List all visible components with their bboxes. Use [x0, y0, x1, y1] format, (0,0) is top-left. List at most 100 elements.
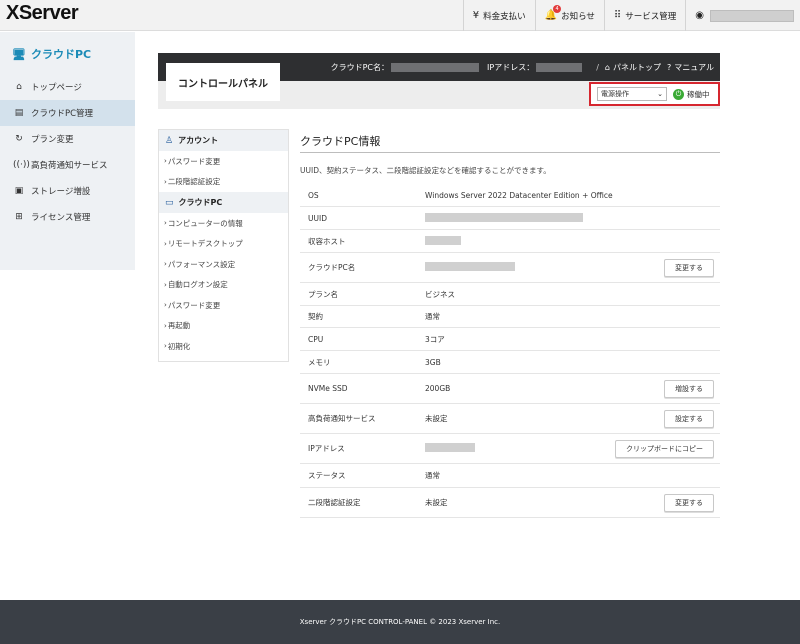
submenu-item-2fa[interactable]: › 二段階認証設定 — [159, 172, 288, 193]
change-pc-name-button[interactable]: 変更する — [664, 258, 714, 277]
news-label: お知らせ — [561, 11, 595, 22]
table-row-ip: IPアドレス クリップボードにコピー — [300, 434, 720, 464]
ip-value-redacted — [425, 443, 475, 452]
submenu-item-autologon[interactable]: › 自動ログオン設定 — [159, 275, 288, 296]
pc-name-label: クラウドPC名： — [330, 62, 390, 72]
chevron-right-icon: › — [164, 239, 167, 248]
chevron-right-icon: › — [164, 301, 167, 310]
chevron-down-icon: ⌄ — [657, 90, 663, 98]
power-control-box: 電源操作 ⌄ ⏻ 稼働中 — [589, 82, 720, 106]
sidebar: 🖥 クラウドPC ⌂ トップページ ▤ クラウドPC管理 ↻ プラン変更 ((·… — [0, 32, 135, 270]
sidebar-item-top[interactable]: ⌂ トップページ — [0, 74, 135, 100]
user-menu[interactable]: ◉ — [685, 0, 800, 31]
sidebar-title[interactable]: 🖥 クラウドPC — [12, 46, 91, 62]
copy-ip-button[interactable]: クリップボードにコピー — [615, 439, 714, 458]
news-badge: 4 — [553, 5, 562, 13]
submenu-item-computer-info[interactable]: › コンピューターの情報 — [159, 213, 288, 234]
chevron-right-icon: › — [164, 321, 167, 330]
windows-icon: ⊞ — [15, 212, 23, 222]
cloud-pc-card-icon: ▭ — [165, 197, 174, 208]
home-outline-icon: ⌂ — [604, 62, 610, 72]
table-row-host: 収容ホスト — [300, 230, 720, 253]
cloud-pc-icon: 🖥 — [12, 47, 26, 61]
server-icon: ▤ — [14, 108, 24, 118]
home-icon: ⌂ — [16, 82, 22, 92]
table-row-contract: 契約 通常 — [300, 306, 720, 328]
control-panel-tab[interactable]: コントロールパネル — [166, 63, 280, 101]
submenu-head-cloudpc: ▭ クラウドPC — [159, 192, 288, 213]
submenu-item-password[interactable]: › パスワード変更 — [159, 151, 288, 172]
separator: / — [596, 62, 599, 72]
grid-icon: ⠿ — [613, 10, 622, 21]
set-load-alert-button[interactable]: 設定する — [664, 409, 714, 428]
xserver-logo[interactable]: XServer — [6, 2, 79, 29]
table-row-pc-name: クラウドPC名 変更する — [300, 253, 720, 283]
chevron-right-icon: › — [164, 157, 167, 166]
panel-top-link[interactable]: パネルトップ — [613, 62, 661, 73]
billing-label: 料金支払い — [483, 11, 526, 22]
table-row-2fa: 二段階認証設定 未設定 変更する — [300, 488, 720, 518]
bell-icon: 🔔 4 — [545, 5, 562, 21]
sidebar-list: ⌂ トップページ ▤ クラウドPC管理 ↻ プラン変更 ((·)) 高負荷通知サ… — [0, 74, 135, 230]
chevron-right-icon: › — [164, 219, 167, 228]
table-row-cpu: CPU 3コア — [300, 328, 720, 351]
submenu-item-initialize[interactable]: › 初期化 — [159, 336, 288, 357]
pc-name-value-redacted — [425, 262, 515, 271]
ip-label: IPアドレス： — [487, 62, 535, 72]
table-row-ssd: NVMe SSD 200GB 増設する — [300, 374, 720, 404]
main-content: クラウドPC情報 UUID、契約ステータス、二段階認証設定などを確認することがで… — [300, 128, 720, 518]
sidebar-item-license[interactable]: ⊞ ライセンス管理 — [0, 204, 135, 230]
billing-link[interactable]: ¥ 料金支払い — [462, 0, 535, 31]
footer: Xserver クラウドPC CONTROL-PANEL © 2023 Xser… — [0, 600, 800, 644]
services-label: サービス管理 — [625, 11, 677, 22]
table-row-memory: メモリ 3GB — [300, 351, 720, 374]
control-panel-meta: クラウドPC名： IPアドレス： / ⌂ パネルトップ ? マニュアル — [331, 53, 714, 81]
add-storage-button[interactable]: 増設する — [664, 379, 714, 398]
sidebar-item-cloudpc-manage[interactable]: ▤ クラウドPC管理 — [0, 100, 135, 126]
submenu-item-reboot[interactable]: › 再起動 — [159, 316, 288, 337]
yen-icon: ¥ — [472, 10, 480, 21]
services-link[interactable]: ⠿ サービス管理 — [603, 0, 685, 31]
sidebar-item-storage[interactable]: ▣ ストレージ増設 — [0, 178, 135, 204]
help-icon: ? — [666, 62, 672, 72]
page-description: UUID、契約ステータス、二段階認証設定などを確認することができます。 — [300, 166, 551, 175]
top-nav: ¥ 料金支払い 🔔 4 お知らせ ⠿ サービス管理 ◉ — [462, 0, 800, 31]
copyright-text: Xserver クラウドPC CONTROL-PANEL © 2023 Xser… — [299, 618, 501, 626]
table-row-uuid: UUID — [300, 207, 720, 230]
chevron-right-icon: › — [164, 260, 167, 269]
pc-name-redacted — [391, 62, 480, 72]
power-icon: ⏻ — [673, 88, 684, 100]
submenu-item-pc-password[interactable]: › パスワード変更 — [159, 295, 288, 316]
submenu-item-remote-desktop[interactable]: › リモートデスクトップ — [159, 234, 288, 255]
submenu: ♙ アカウント › パスワード変更 › 二段階認証設定 ▭ クラウドPC › コンピュ… — [158, 129, 289, 362]
uuid-redacted — [425, 212, 583, 222]
storage-icon: ▣ — [14, 186, 24, 196]
sidebar-item-load-alert[interactable]: ((·)) 高負荷通知サービス — [0, 152, 135, 178]
table-row-os: OS Windows Server 2022 Datacenter Editio… — [300, 184, 720, 207]
host-redacted — [425, 235, 461, 245]
power-status: ⏻ 稼働中 — [673, 88, 710, 100]
table-row-status: ステータス 通常 — [300, 464, 720, 488]
user-icon: ◉ — [695, 10, 704, 21]
refresh-icon: ↻ — [15, 134, 23, 144]
top-bar: XServer ¥ 料金支払い 🔔 4 お知らせ ⠿ サービス管理 ◉ — [0, 0, 800, 31]
submenu-item-performance[interactable]: › パフォーマンス設定 — [159, 254, 288, 275]
user-name-redacted — [710, 9, 794, 22]
table-row-plan: プラン名 ビジネス — [300, 283, 720, 306]
chevron-right-icon: › — [164, 280, 167, 289]
ip-redacted — [536, 62, 583, 72]
chevron-right-icon: › — [164, 177, 167, 186]
change-2fa-button[interactable]: 変更する — [664, 493, 714, 512]
news-link[interactable]: 🔔 4 お知らせ — [534, 0, 604, 31]
control-panel-header: クラウドPC名： IPアドレス： / ⌂ パネルトップ ? マニュアル コントロ… — [158, 53, 720, 109]
power-operation-select[interactable]: 電源操作 ⌄ — [597, 87, 667, 101]
info-table: OS Windows Server 2022 Datacenter Editio… — [300, 184, 720, 518]
broadcast-icon: ((·)) — [13, 160, 30, 170]
submenu-head-account: ♙ アカウント — [159, 130, 288, 151]
manual-link[interactable]: マニュアル — [674, 62, 714, 73]
user-outline-icon: ♙ — [165, 135, 174, 146]
chevron-right-icon: › — [164, 342, 167, 351]
table-row-load-alert: 高負荷通知サービス 未設定 設定する — [300, 404, 720, 434]
sidebar-item-plan-change[interactable]: ↻ プラン変更 — [0, 126, 135, 152]
page-title: クラウドPC情報 — [300, 128, 720, 153]
